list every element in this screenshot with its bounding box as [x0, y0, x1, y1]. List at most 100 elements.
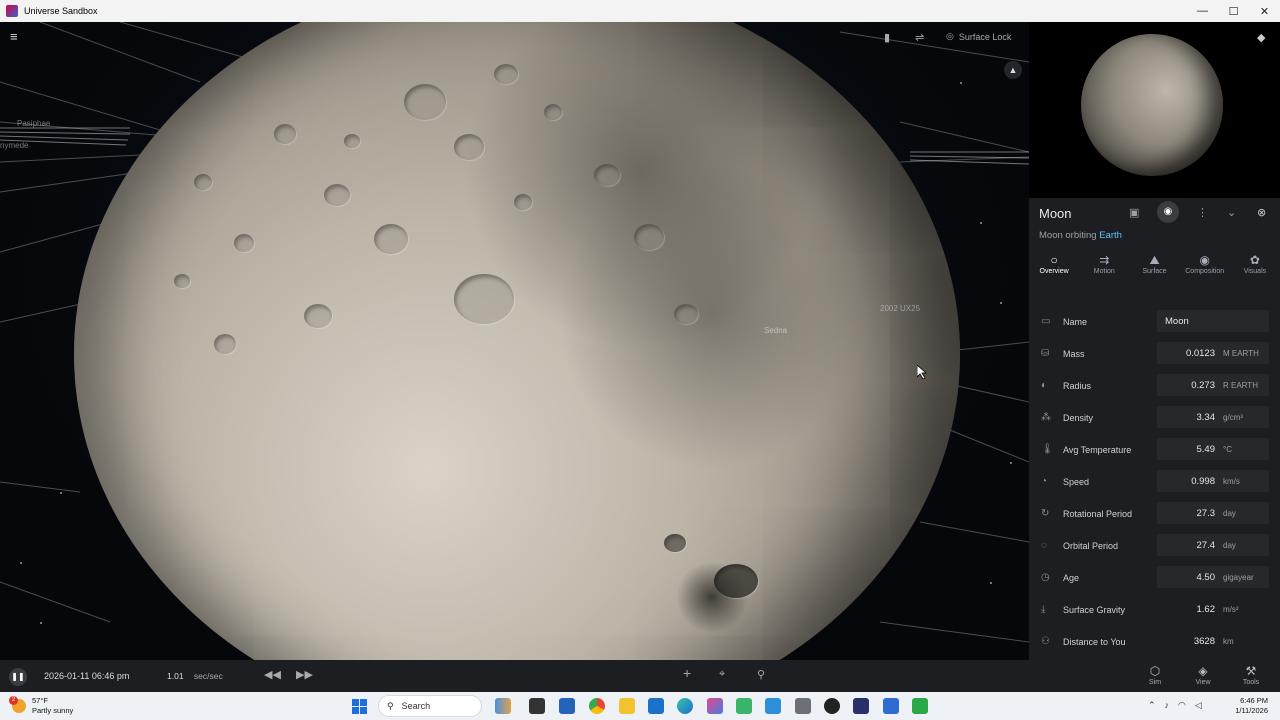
name-value[interactable]: Moon [1165, 316, 1189, 327]
property-value[interactable]: 0.998 [1157, 476, 1215, 487]
orbit-icon: ◌ [1041, 540, 1047, 551]
object-header: Moon ▣ ◉ ⋮ ⌄ ⊗ [1029, 198, 1280, 228]
orbiting-target-link[interactable]: Earth [1099, 230, 1122, 241]
flashlight-icon[interactable]: ▮ [884, 31, 890, 44]
close-window-button[interactable]: ✕ [1249, 5, 1280, 18]
media-player-icon[interactable] [824, 698, 840, 714]
sliders-icon[interactable]: ⇌ [915, 31, 924, 44]
surface-lock-button[interactable]: ◎ Surface Lock [946, 31, 1011, 42]
graduation-cap-icon[interactable]: ▲ [1004, 61, 1022, 79]
label-2002[interactable]: 2002 UX25 [880, 304, 920, 313]
moon-thumbnail [1081, 34, 1223, 176]
eye-icon[interactable]: ◉ [1157, 201, 1179, 223]
maximize-button[interactable]: ☐ [1218, 5, 1249, 18]
property-value[interactable]: 0.273 [1157, 380, 1215, 391]
speed-icon: ◔ [1041, 476, 1048, 487]
tab-visuals[interactable]: ✿ Visuals [1230, 250, 1280, 286]
edge-app-icon[interactable] [677, 698, 693, 714]
windows-start-icon[interactable] [352, 699, 367, 714]
store-app-icon[interactable] [559, 698, 575, 714]
star [40, 622, 42, 624]
taskbar-search[interactable]: ⚲ Search [378, 695, 482, 717]
search-icon[interactable]: ⚲ [757, 668, 765, 681]
property-value: 1.62 [1196, 604, 1216, 615]
crater [344, 134, 360, 148]
label-sedna[interactable]: Sedna [764, 326, 787, 335]
layers-icon: ◈ [1198, 664, 1208, 678]
rewind-icon[interactable]: ◀◀ [264, 668, 281, 681]
minimize-button[interactable]: — [1187, 5, 1218, 17]
outlook-app-icon[interactable] [648, 698, 664, 714]
property-row: 🌡 Avg Temperature 5.49 °C [1029, 434, 1280, 466]
file-explorer-icon[interactable] [619, 698, 635, 714]
property-label[interactable]: Radius [1063, 381, 1091, 391]
tab-surface[interactable]: ⛰ Surface [1129, 250, 1179, 286]
property-value[interactable]: 5.49 [1157, 444, 1216, 455]
star [1010, 462, 1012, 464]
taskbar-clock[interactable]: 6:46 PM 1/11/2026 [1222, 696, 1268, 716]
crater [404, 84, 446, 120]
chevron-up-icon[interactable]: ⌃ [1148, 700, 1156, 711]
property-value[interactable]: 27.4 [1157, 540, 1216, 551]
widgets-app-icon[interactable] [495, 698, 511, 714]
tab-overview[interactable]: ○ Overview [1029, 250, 1079, 286]
close-panel-icon[interactable]: ⊗ [1257, 206, 1266, 219]
tools-button[interactable]: ⚒ Tools [1231, 664, 1271, 686]
app-icon[interactable] [883, 698, 899, 714]
layers-icon[interactable]: ◆ [1257, 31, 1265, 44]
simulation-viewport[interactable]: Pasiphae nymede Sedna 2002 UX25 [0, 22, 1029, 660]
tab-motion[interactable]: ⇉ Motion [1079, 250, 1129, 286]
tab-label: Motion [1093, 268, 1115, 275]
property-unit: g/cm³ [1223, 413, 1243, 422]
crater [174, 274, 190, 288]
app-icon[interactable] [795, 698, 811, 714]
tab-composition[interactable]: ◉ Composition [1180, 250, 1230, 286]
moon-body[interactable] [74, 22, 960, 660]
sim-button[interactable]: ⬡ Sim [1135, 664, 1175, 686]
panel-icon[interactable]: ▣ [1129, 206, 1139, 219]
sim-speed[interactable]: 1.01 sec/sec [167, 671, 223, 681]
pause-button[interactable]: ❚❚ [9, 668, 27, 686]
chrome-app-icon[interactable] [589, 698, 605, 714]
windows-taskbar: 2 57°F Partly sunny ⚲ Search ⌃ ♪ ◠ ◁ 6:4… [0, 692, 1280, 720]
copilot-app-icon[interactable] [707, 698, 723, 714]
focus-icon[interactable]: ⌖ [719, 668, 725, 681]
property-unit: km/s [1223, 477, 1240, 486]
property-value[interactable]: 3.34 [1157, 412, 1216, 423]
volume-icon[interactable]: ◁ [1195, 700, 1202, 711]
chevron-down-icon[interactable]: ⌄ [1227, 206, 1236, 219]
task-view-icon[interactable] [529, 698, 545, 714]
app-icon[interactable] [853, 698, 869, 714]
search-icon: ⚲ [387, 700, 394, 711]
hamburger-menu-icon[interactable]: ≡ [10, 30, 22, 44]
app-icon[interactable] [736, 698, 752, 714]
mouse-cursor [917, 365, 927, 379]
window-titlebar: Universe Sandbox — ☐ ✕ [0, 0, 1280, 22]
fast-forward-icon[interactable]: ▶▶ [296, 668, 313, 681]
property-row: ↻ Rotational Period 27.3 day [1029, 498, 1280, 530]
property-value[interactable]: 27.3 [1157, 508, 1216, 519]
property-value[interactable]: 0.0123 [1157, 348, 1215, 359]
distance-icon: ⚇ [1041, 636, 1050, 647]
property-value: 3628 [1193, 636, 1215, 647]
weather-widget[interactable]: 2 57°F Partly sunny [9, 696, 73, 716]
viewport-toolbar: ≡ ▮ ⇌ ◎ Surface Lock [0, 22, 1029, 54]
label-pasiphae[interactable]: Pasiphae [17, 119, 50, 128]
crater [594, 164, 620, 186]
app-icon[interactable] [765, 698, 781, 714]
property-label: Orbital Period [1063, 541, 1119, 551]
property-value[interactable]: 4.50 [1157, 572, 1216, 583]
view-button[interactable]: ◈ View [1183, 664, 1223, 686]
add-icon[interactable]: + [683, 665, 691, 681]
universe-sandbox-taskbar-icon[interactable] [912, 698, 928, 714]
window-title: Universe Sandbox [24, 6, 98, 16]
property-label: Avg Temperature [1063, 445, 1132, 455]
star [1000, 302, 1002, 304]
sim-datetime[interactable]: 2026-01-11 06:46 pm [44, 671, 129, 681]
label-ganymede[interactable]: nymede [0, 141, 28, 150]
wifi-icon[interactable]: ◠ [1178, 700, 1186, 711]
microphone-icon[interactable]: ♪ [1165, 700, 1170, 711]
crater [454, 274, 514, 324]
clock-icon: ◷ [1041, 572, 1050, 583]
more-options-icon[interactable]: ⋮ [1197, 206, 1208, 219]
